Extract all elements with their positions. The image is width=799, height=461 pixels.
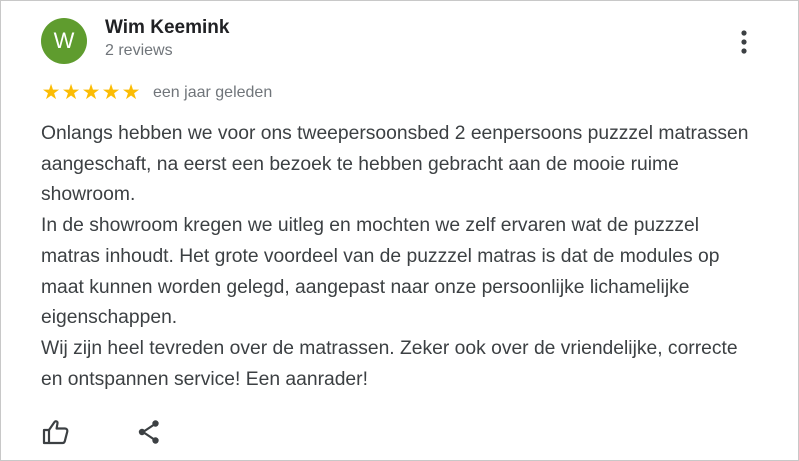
avatar[interactable]: W — [41, 18, 87, 64]
star-icon: ★ — [41, 81, 61, 104]
star-icon: ★ — [81, 81, 101, 104]
review-card: W Wim Keemink 2 reviews ★ ★ ★ ★ ★ een ja… — [0, 0, 799, 461]
star-rating: ★ ★ ★ ★ ★ — [41, 82, 141, 103]
rating-row: ★ ★ ★ ★ ★ een jaar geleden — [41, 82, 273, 103]
more-vert-icon — [741, 30, 747, 54]
author-name[interactable]: Wim Keemink — [105, 17, 229, 39]
share-button[interactable] — [134, 417, 164, 447]
thumbs-up-icon — [42, 420, 69, 445]
review-count: 2 reviews — [105, 42, 173, 59]
like-button[interactable] — [41, 417, 71, 447]
share-icon — [138, 420, 159, 444]
review-time: een jaar geleden — [153, 83, 273, 101]
star-icon: ★ — [61, 81, 81, 104]
star-icon: ★ — [101, 81, 121, 104]
avatar-letter: W — [53, 28, 75, 53]
review-text: Onlangs hebben we voor ons tweepersoonsb… — [41, 123, 749, 390]
more-options-button[interactable] — [729, 27, 759, 57]
star-icon: ★ — [121, 81, 141, 104]
